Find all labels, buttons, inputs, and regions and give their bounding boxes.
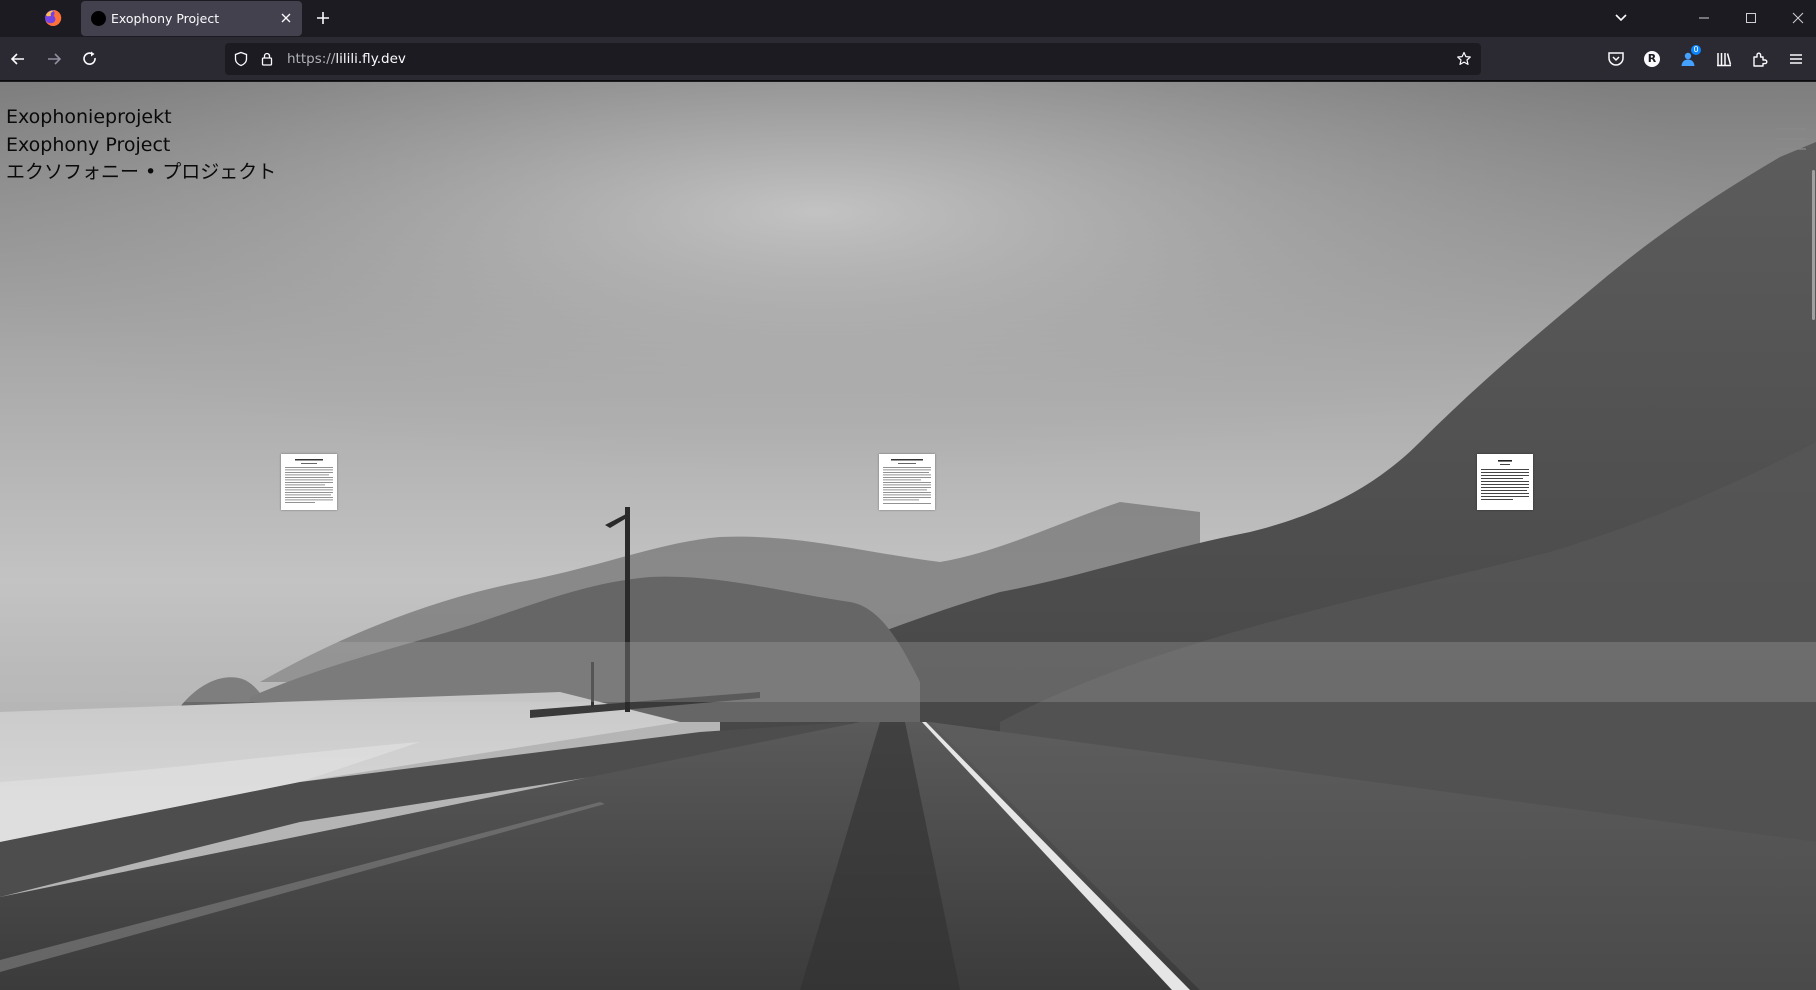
url-bar[interactable]: https://lilili.fly.dev — [225, 43, 1481, 75]
site-title-japanese[interactable]: エクソフォニー • プロジェクト — [6, 159, 276, 187]
tab-bar: Exophony Project — [0, 0, 1816, 37]
document-page-icon — [879, 454, 935, 510]
window-close-icon[interactable] — [1775, 4, 1816, 32]
document-thumbnail-3[interactable] — [1477, 454, 1533, 510]
maximize-icon[interactable] — [1728, 4, 1774, 32]
plus-icon[interactable] — [314, 9, 332, 27]
document-thumbnail-2[interactable] — [879, 454, 935, 510]
site-title-block: Exophonieprojekt Exophony Project エクソフォニ… — [6, 104, 276, 187]
puzzle-icon[interactable] — [1750, 49, 1770, 69]
shield-icon[interactable] — [233, 51, 249, 67]
site-title-english[interactable]: Exophony Project — [6, 132, 276, 160]
background-photo — [0, 82, 1816, 990]
minimize-icon[interactable] — [1681, 4, 1727, 32]
document-thumbnail-1[interactable] — [281, 454, 337, 510]
url-scheme: https:// — [287, 51, 336, 67]
lock-icon[interactable] — [259, 51, 275, 67]
url-text[interactable]: https://lilili.fly.dev — [287, 51, 406, 67]
navigation-toolbar: https://lilili.fly.dev R 0 — [0, 37, 1816, 81]
reload-icon[interactable] — [80, 49, 100, 69]
account-letter: R — [1647, 52, 1657, 65]
page-scrollbar[interactable] — [1812, 170, 1815, 320]
url-host: lilili.fly.dev — [335, 51, 406, 67]
hamburger-menu-icon[interactable] — [1774, 126, 1808, 152]
document-page-icon — [1477, 454, 1533, 510]
site-title-german[interactable]: Exophonieprojekt — [6, 104, 276, 132]
pocket-icon[interactable] — [1606, 49, 1626, 69]
document-page-icon — [281, 454, 337, 510]
close-icon[interactable] — [278, 10, 294, 26]
account-icon[interactable]: R — [1642, 49, 1662, 69]
page-viewport: Exophonieprojekt Exophony Project エクソフォニ… — [0, 82, 1816, 990]
chevron-down-icon[interactable] — [1612, 9, 1630, 27]
tab-title: Exophony Project — [111, 11, 220, 26]
extension-badge: 0 — [1691, 45, 1701, 55]
library-icon[interactable] — [1714, 49, 1734, 69]
menu-icon[interactable] — [1786, 49, 1806, 69]
tab-active[interactable]: Exophony Project — [81, 1, 302, 36]
back-arrow-icon[interactable] — [8, 49, 28, 69]
forward-arrow-icon[interactable] — [44, 49, 64, 69]
extension-icon[interactable]: 0 — [1678, 45, 1701, 69]
star-icon[interactable] — [1456, 51, 1472, 67]
firefox-icon[interactable] — [44, 9, 62, 27]
favicon-icon — [91, 11, 106, 26]
